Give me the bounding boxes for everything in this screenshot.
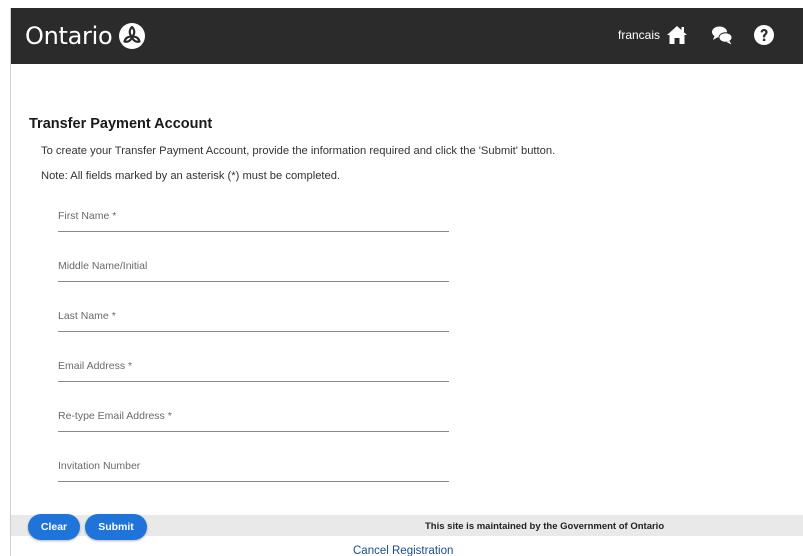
home-icon[interactable] [666, 24, 688, 46]
chat-icon[interactable] [711, 24, 733, 46]
footer-maintained-text: This site is maintained by the Governmen… [425, 521, 665, 532]
first-name-field [58, 203, 449, 232]
logo-trillium-icon [119, 23, 146, 49]
ontario-logo[interactable]: Ontario [25, 22, 146, 50]
retype-email-field [58, 403, 449, 432]
site-header: Ontario francais [11, 8, 803, 64]
required-note: Note: All fields marked by an asterisk (… [41, 170, 341, 182]
page-title: Transfer Payment Account [29, 116, 213, 132]
language-toggle-link[interactable]: francais [618, 28, 660, 42]
invitation-number-input[interactable] [58, 453, 449, 479]
help-icon[interactable] [753, 24, 775, 46]
middle-name-input[interactable] [58, 253, 449, 279]
submit-button[interactable]: Submit [85, 514, 147, 540]
logo-text: Ontario [25, 22, 113, 50]
invitation-number-field [58, 453, 449, 482]
registration-form: Transfer Payment Account To create your … [29, 116, 789, 482]
email-input[interactable] [58, 353, 449, 379]
cancel-registration-link[interactable]: Cancel Registration [353, 545, 453, 556]
last-name-input[interactable] [58, 303, 449, 329]
middle-name-field [58, 253, 449, 282]
page-frame: Ontario francais Transfer Payment Accoun… [10, 8, 803, 556]
first-name-input[interactable] [58, 203, 449, 229]
last-name-field [58, 303, 449, 332]
email-field [58, 353, 449, 382]
retype-email-input[interactable] [58, 403, 449, 429]
intro-text: To create your Transfer Payment Account,… [41, 145, 556, 157]
clear-button[interactable]: Clear [28, 514, 80, 540]
